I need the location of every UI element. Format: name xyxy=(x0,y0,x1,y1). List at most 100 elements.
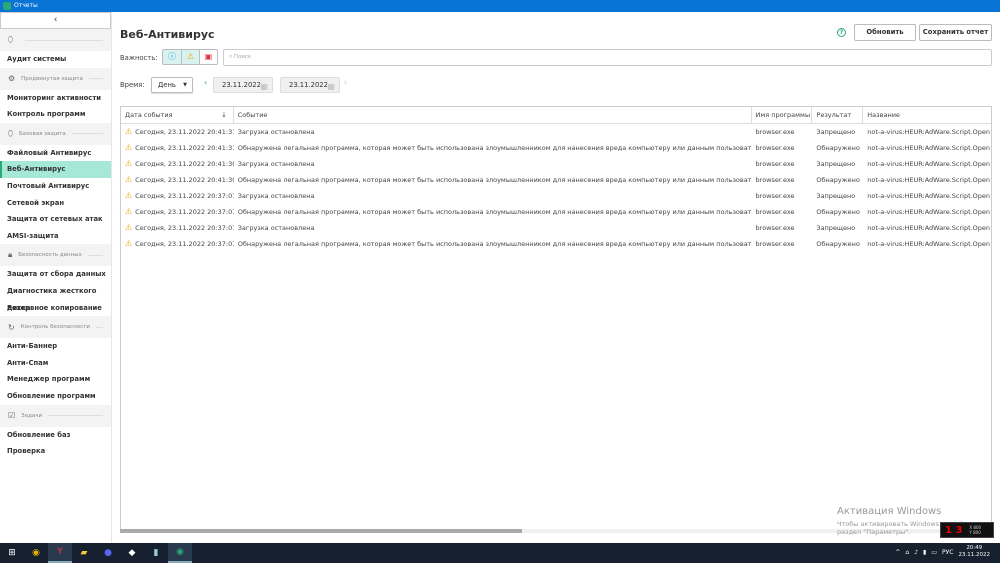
calendar-icon[interactable]: ▦ xyxy=(327,80,335,94)
language-indicator[interactable]: РУС xyxy=(942,549,953,556)
scrollbar-thumb[interactable] xyxy=(120,529,522,533)
cell-name: not-a-virus:HEUR:AdWare.Script.Open xyxy=(867,192,991,200)
cell-event: Обнаружена легальная программа, которая … xyxy=(237,144,752,152)
cell-event: Обнаружена легальная программа, которая … xyxy=(237,240,752,248)
calendar-icon[interactable]: ▦ xyxy=(260,80,268,94)
cell-date: ⚠ Сегодня, 23.11.2022 20:37:07 xyxy=(125,191,234,200)
refresh-button[interactable]: Обновить xyxy=(854,24,916,41)
discord-icon[interactable]: ● xyxy=(96,543,120,563)
coordinate-widget: 1 3X 800 Y 800 xyxy=(940,522,994,538)
period-select[interactable]: День ▼ xyxy=(151,77,193,93)
main-panel: Веб-Антивирус ? Обновить Сохранить отчет… xyxy=(112,12,1000,543)
sidebar-section: ⚙ Продвинутая защита xyxy=(0,67,111,90)
help-icon[interactable]: ? xyxy=(837,28,846,37)
shield-icon: ⬯ xyxy=(8,35,14,44)
column-header-name[interactable]: Название xyxy=(863,107,991,123)
column-header-result[interactable]: Результат xyxy=(812,107,864,123)
cell-name: not-a-virus:HEUR:AdWare.Script.Open xyxy=(867,128,991,136)
chevron-up-icon[interactable]: ^ xyxy=(895,549,900,556)
cell-result: Обнаружено xyxy=(816,240,860,248)
column-header-event[interactable]: Событие xyxy=(234,107,752,123)
cell-name: not-a-virus:HEUR:AdWare.Script.Open xyxy=(867,144,991,152)
warning-severity-toggle[interactable]: ⚠ xyxy=(181,50,199,64)
prev-period-button[interactable]: ‹ xyxy=(204,78,207,87)
cell-program: browser.exe xyxy=(755,160,795,168)
chrome-icon[interactable]: ◉ xyxy=(24,543,48,563)
cell-date: ⚠ Сегодня, 23.11.2022 20:37:07 xyxy=(125,223,234,232)
table-row[interactable]: ⚠ Сегодня, 23.11.2022 20:41:31 Обнаружена… xyxy=(121,140,991,156)
sidebar-item[interactable]: Резервное копирование xyxy=(0,300,111,317)
sidebar-item[interactable]: Мониторинг активности xyxy=(0,90,111,107)
sidebar-item[interactable]: Диагностика жесткого диска xyxy=(0,283,111,312)
cell-result: Запрещено xyxy=(816,192,856,200)
cell-result: Запрещено xyxy=(816,160,856,168)
table-row[interactable]: ⚠ Сегодня, 23.11.2022 20:37:07 Загрузка о… xyxy=(121,188,991,204)
clock[interactable]: 20:49 23.11.2022 xyxy=(959,545,991,559)
collapse-sidebar-button[interactable]: ‹ xyxy=(0,12,111,29)
monitor-icon[interactable]: ▭ xyxy=(931,549,937,556)
volume-icon[interactable]: ♪ xyxy=(914,549,918,556)
lock-icon: 🔒︎ xyxy=(8,250,13,260)
table-row[interactable]: ⚠ Сегодня, 23.11.2022 20:37:07 Загрузка о… xyxy=(121,220,991,236)
sidebar-section: ↻ Контроль безопасности xyxy=(0,316,111,339)
cell-program: browser.exe xyxy=(755,144,795,152)
app-icon-2[interactable]: ▮ xyxy=(144,543,168,563)
sidebar-item[interactable]: Анти-Баннер xyxy=(0,338,111,355)
column-header-program[interactable]: Имя программы xyxy=(752,107,813,123)
microphone-icon[interactable]: ▮ xyxy=(923,549,926,556)
sidebar-item[interactable]: Веб-Антивирус xyxy=(0,161,111,178)
date-from-field[interactable]: 23.11.2022 ▦ xyxy=(213,77,273,93)
window-title: Отчеты xyxy=(14,2,38,9)
sidebar-item[interactable]: Сетевой экран xyxy=(0,195,111,212)
warning-icon: ⚠ xyxy=(125,223,133,232)
events-table: Дата события ↓ Событие Имя программы Резу… xyxy=(120,106,992,533)
table-row[interactable]: ⚠ Сегодня, 23.11.2022 20:41:30 Загрузка о… xyxy=(121,156,991,172)
sidebar-item[interactable]: Проверка xyxy=(0,443,111,460)
sidebar-item[interactable]: Почтовый Антивирус xyxy=(0,178,111,195)
sidebar-section: ☑ Задачи xyxy=(0,404,111,427)
sidebar-item[interactable]: Защита от сетевых атак xyxy=(0,211,111,228)
date-to-field[interactable]: 23.11.2022 ▦ xyxy=(280,77,340,93)
cell-date: ⚠ Сегодня, 23.11.2022 20:37:07 xyxy=(125,239,234,248)
sidebar-section: 🔒︎ Безопасность данных xyxy=(0,244,111,267)
sidebar-item[interactable]: Аудит системы xyxy=(0,51,111,68)
table-row[interactable]: ⚠ Сегодня, 23.11.2022 20:41:30 Обнаружена… xyxy=(121,172,991,188)
sidebar-item[interactable]: Обновление баз xyxy=(0,427,111,444)
search-input[interactable]: ⌕ Поиск xyxy=(223,49,992,66)
critical-severity-toggle[interactable]: ▣ xyxy=(199,50,217,64)
table-row[interactable]: ⚠ Сегодня, 23.11.2022 20:41:31 Загрузка о… xyxy=(121,124,991,140)
cell-event: Загрузка остановлена xyxy=(237,192,315,200)
sort-desc-icon: ↓ xyxy=(221,111,227,119)
app-logo-icon xyxy=(3,2,11,10)
sidebar-item[interactable]: Контроль программ xyxy=(0,106,111,123)
sidebar-section: ⬯ xyxy=(0,29,111,51)
kaspersky-icon[interactable]: ◉ xyxy=(168,543,192,563)
cell-name: not-a-virus:HEUR:AdWare.Script.Open xyxy=(867,240,991,248)
sidebar-section: ⬯ Базовая защита xyxy=(0,122,111,145)
info-severity-toggle[interactable]: ⓘ xyxy=(163,50,181,64)
next-period-button[interactable]: › xyxy=(344,78,347,87)
cell-result: Обнаружено xyxy=(816,176,860,184)
cell-program: browser.exe xyxy=(755,128,795,136)
sidebar-item[interactable]: Менеджер программ xyxy=(0,371,111,388)
table-row[interactable]: ⚠ Сегодня, 23.11.2022 20:37:07 Обнаружена… xyxy=(121,204,991,220)
table-row[interactable]: ⚠ Сегодня, 23.11.2022 20:37:07 Обнаружена… xyxy=(121,236,991,252)
file-explorer-icon[interactable]: ▰ xyxy=(72,543,96,563)
warning-icon: ⚠ xyxy=(125,159,133,168)
cell-name: not-a-virus:HEUR:AdWare.Script.Open xyxy=(867,160,991,168)
sidebar-item[interactable]: Файловый Антивирус xyxy=(0,145,111,162)
sidebar-item[interactable]: AMSI-защита xyxy=(0,228,111,245)
yandex-browser-icon[interactable]: Y xyxy=(48,543,72,563)
start-button[interactable]: ⊞ xyxy=(0,543,24,563)
network-icon[interactable]: ⌂ xyxy=(905,549,909,556)
cell-date: ⚠ Сегодня, 23.11.2022 20:41:30 xyxy=(125,175,234,184)
table-header: Дата события ↓ Событие Имя программы Резу… xyxy=(121,107,991,124)
sidebar-item[interactable]: Обновление программ xyxy=(0,388,111,405)
app-icon[interactable]: ◆ xyxy=(120,543,144,563)
cell-date: ⚠ Сегодня, 23.11.2022 20:41:31 xyxy=(125,127,234,136)
cell-event: Загрузка остановлена xyxy=(237,224,315,232)
column-header-date[interactable]: Дата события ↓ xyxy=(121,107,234,123)
sidebar-item[interactable]: Защита от сбора данных xyxy=(0,266,111,283)
sidebar-item[interactable]: Анти-Спам xyxy=(0,355,111,372)
save-report-button[interactable]: Сохранить отчет xyxy=(919,24,992,41)
